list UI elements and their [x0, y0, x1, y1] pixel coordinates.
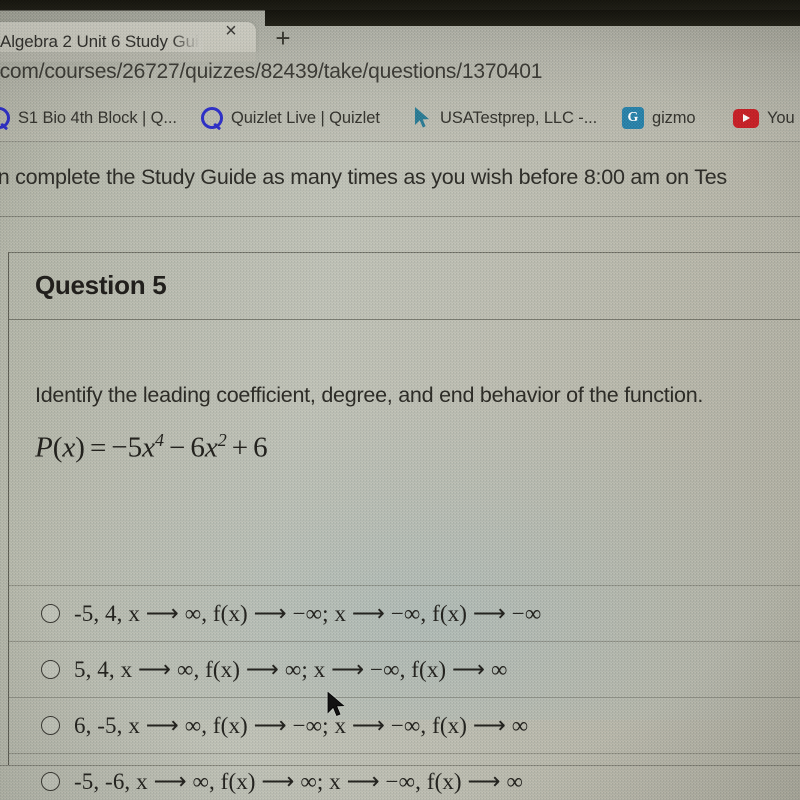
answer-option-text: -5, 4, x ⟶ ∞, f(x) ⟶ −∞; x ⟶ −∞, f(x) ⟶ …: [74, 600, 542, 626]
gizmo-icon: G: [622, 107, 644, 129]
question-header: Question 5: [9, 253, 800, 320]
formula-var2: x: [142, 431, 156, 464]
radio-button[interactable]: [41, 772, 60, 791]
close-tab-icon[interactable]: ×: [218, 18, 244, 44]
content-divider-top: [0, 216, 800, 217]
cursor-arrow-icon: [412, 106, 432, 130]
url-text: .com/courses/26727/quizzes/82439/take/qu…: [0, 60, 543, 83]
radio-button[interactable]: [41, 716, 60, 735]
new-tab-icon[interactable]: +: [268, 24, 298, 54]
question-title: Question 5: [35, 270, 167, 300]
answer-option-b[interactable]: 5, 4, x ⟶ ∞, f(x) ⟶ ∞; x ⟶ −∞, f(x) ⟶ ∞: [9, 642, 800, 698]
answer-option-text: 6, -5, x ⟶ ∞, f(x) ⟶ −∞; x ⟶ −∞, f(x) ⟶ …: [74, 712, 529, 738]
bookmark-gizmo[interactable]: G gizmo: [622, 104, 696, 132]
bookmarks-bar-divider: [0, 141, 800, 142]
bookmark-label: You: [767, 108, 795, 127]
polynomial-formula: P(x) = −5x4−6x2 +6: [35, 430, 268, 464]
formula-function-name: P: [35, 431, 53, 464]
formula-const-sign: +: [231, 431, 249, 464]
bookmark-usatestprep[interactable]: USATestprep, LLC -...: [412, 104, 597, 132]
answer-option-c[interactable]: 6, -5, x ⟶ ∞, f(x) ⟶ −∞; x ⟶ −∞, f(x) ⟶ …: [9, 698, 800, 754]
address-bar[interactable]: .com/courses/26727/quizzes/82439/take/qu…: [0, 52, 800, 94]
formula-lead-sign: −: [111, 431, 128, 464]
formula-var3: x: [204, 431, 218, 464]
question-prompt: Identify the leading coefficient, degree…: [35, 383, 704, 407]
youtube-icon: [733, 108, 759, 128]
formula-constant: 6: [253, 431, 268, 464]
bookmarks-bar: S1 Bio 4th Block | Q... Quizlet Live | Q…: [0, 94, 800, 142]
quizlet-icon: [0, 107, 10, 129]
bookmark-label: Quizlet Live | Quizlet: [231, 108, 380, 127]
quizlet-icon: [201, 107, 223, 129]
quiz-instruction-text: an complete the Study Guide as many time…: [0, 165, 727, 189]
bookmark-label: USATestprep, LLC -...: [440, 108, 598, 127]
radio-button[interactable]: [41, 660, 60, 679]
question-container-left-border: [8, 252, 10, 765]
answer-option-d[interactable]: -5, -6, x ⟶ ∞, f(x) ⟶ ∞; x ⟶ −∞, f(x) ⟶ …: [9, 754, 800, 800]
tab-title: Algebra 2 Unit 6 Study Gui: [0, 32, 199, 51]
bookmark-label: S1 Bio 4th Block | Q...: [18, 108, 177, 127]
tab-strip: Algebra 2 Unit 6 Study Gui × +: [0, 10, 800, 62]
answer-option-text: 5, 4, x ⟶ ∞, f(x) ⟶ ∞; x ⟶ −∞, f(x) ⟶ ∞: [74, 656, 508, 682]
formula-mid-power: 2: [217, 430, 227, 450]
formula-variable: x: [62, 431, 76, 464]
bookmark-label: gizmo: [652, 108, 696, 127]
formula-mid-coeff: 6: [190, 431, 205, 464]
question-container: Question 5 Identify the leading coeffici…: [8, 252, 800, 794]
formula-mid-sign: −: [169, 431, 186, 464]
content-divider-bottom: [0, 765, 800, 766]
bookmark-s1-bio[interactable]: S1 Bio 4th Block | Q...: [0, 104, 177, 132]
answer-option-a[interactable]: -5, 4, x ⟶ ∞, f(x) ⟶ −∞; x ⟶ −∞, f(x) ⟶ …: [9, 585, 800, 642]
bookmark-quizlet-live[interactable]: Quizlet Live | Quizlet: [201, 104, 380, 132]
formula-lead-coeff: 5: [127, 431, 143, 464]
radio-button[interactable]: [41, 604, 60, 623]
answer-options-list: -5, 4, x ⟶ ∞, f(x) ⟶ −∞; x ⟶ −∞, f(x) ⟶ …: [9, 585, 800, 800]
question-body: Identify the leading coefficient, degree…: [9, 320, 800, 794]
tab-strip-upper-shadow: [265, 10, 800, 26]
photographed-browser-screenshot: Algebra 2 Unit 6 Study Gui × + .com/cour…: [0, 0, 800, 800]
bookmark-youtube[interactable]: You: [733, 104, 795, 132]
answer-option-text: -5, -6, x ⟶ ∞, f(x) ⟶ ∞; x ⟶ −∞, f(x) ⟶ …: [74, 768, 523, 794]
formula-lead-power: 4: [155, 430, 165, 450]
